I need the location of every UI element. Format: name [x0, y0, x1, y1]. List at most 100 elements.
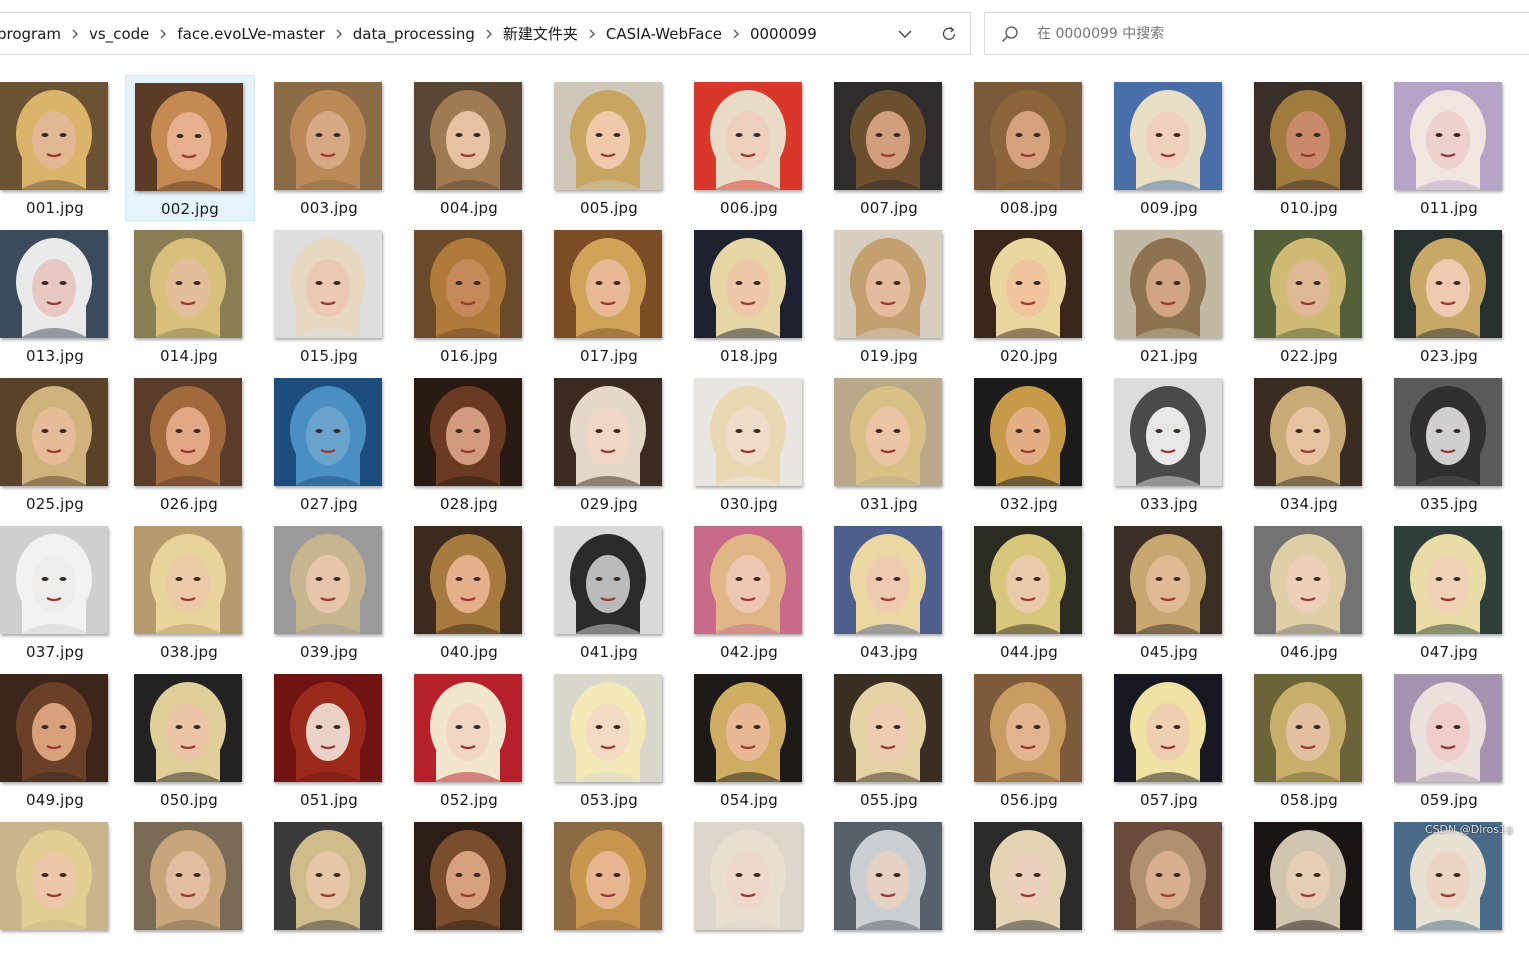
file-item[interactable]: 051.jpg [265, 667, 395, 813]
file-item[interactable]: 028.jpg [405, 371, 535, 517]
file-name: 050.jpg [159, 791, 218, 809]
file-name: 003.jpg [299, 199, 358, 217]
image-thumbnail [414, 822, 522, 930]
image-thumbnail [0, 378, 108, 486]
file-name: 034.jpg [1279, 495, 1338, 513]
file-name: 005.jpg [579, 199, 638, 217]
file-item[interactable]: 029.jpg [545, 371, 675, 517]
image-thumbnail [134, 230, 242, 338]
file-item[interactable]: 049.jpg [0, 667, 121, 813]
file-item[interactable] [125, 815, 255, 961]
file-item[interactable]: 047.jpg [1385, 519, 1515, 665]
file-item[interactable]: 021.jpg [1105, 223, 1235, 369]
file-item[interactable]: 025.jpg [0, 371, 121, 517]
file-item[interactable]: 008.jpg [965, 75, 1095, 221]
image-thumbnail [694, 526, 802, 634]
file-item[interactable]: 006.jpg [685, 75, 815, 221]
file-name: 029.jpg [579, 495, 638, 513]
file-item[interactable]: 010.jpg [1245, 75, 1375, 221]
file-item[interactable]: 018.jpg [685, 223, 815, 369]
file-name: 053.jpg [579, 791, 638, 809]
file-item[interactable]: 016.jpg [405, 223, 535, 369]
file-item[interactable]: 050.jpg [125, 667, 255, 813]
file-name: 009.jpg [1139, 199, 1198, 217]
file-item[interactable] [685, 815, 815, 961]
file-name: 021.jpg [1139, 347, 1198, 365]
file-item[interactable]: 019.jpg [825, 223, 955, 369]
file-name: 035.jpg [1419, 495, 1478, 513]
file-item[interactable]: 003.jpg [265, 75, 395, 221]
file-name: 058.jpg [1279, 791, 1338, 809]
file-item[interactable]: 046.jpg [1245, 519, 1375, 665]
file-item[interactable]: 045.jpg [1105, 519, 1235, 665]
file-item[interactable]: 041.jpg [545, 519, 675, 665]
file-item[interactable]: 058.jpg [1245, 667, 1375, 813]
file-item[interactable]: 013.jpg [0, 223, 121, 369]
file-item[interactable]: 042.jpg [685, 519, 815, 665]
file-item[interactable]: 053.jpg [545, 667, 675, 813]
file-item[interactable]: 014.jpg [125, 223, 255, 369]
file-item[interactable]: 039.jpg [265, 519, 395, 665]
image-thumbnail [1114, 230, 1222, 338]
file-item[interactable]: 007.jpg [825, 75, 955, 221]
file-item[interactable]: 017.jpg [545, 223, 675, 369]
file-item[interactable] [265, 815, 395, 961]
file-item[interactable]: 035.jpg [1385, 371, 1515, 517]
image-thumbnail [274, 822, 382, 930]
file-item[interactable]: 009.jpg [1105, 75, 1235, 221]
file-item[interactable]: 059.jpg [1385, 667, 1515, 813]
file-item[interactable]: 002.jpg [125, 75, 255, 221]
file-name: 049.jpg [25, 791, 84, 809]
file-item[interactable]: 022.jpg [1245, 223, 1375, 369]
image-thumbnail [414, 526, 522, 634]
file-item[interactable] [965, 815, 1095, 961]
file-item[interactable]: 056.jpg [965, 667, 1095, 813]
image-thumbnail [834, 526, 942, 634]
file-name: 033.jpg [1139, 495, 1198, 513]
file-item[interactable]: 057.jpg [1105, 667, 1235, 813]
file-name: 045.jpg [1139, 643, 1198, 661]
image-thumbnail [414, 230, 522, 338]
image-thumbnail [1254, 822, 1362, 930]
file-item[interactable] [0, 815, 121, 961]
file-item[interactable]: 043.jpg [825, 519, 955, 665]
file-item[interactable]: 044.jpg [965, 519, 1095, 665]
file-item[interactable]: 015.jpg [265, 223, 395, 369]
file-item[interactable]: 026.jpg [125, 371, 255, 517]
file-item[interactable] [1385, 815, 1515, 961]
file-item[interactable]: 011.jpg [1385, 75, 1515, 221]
image-thumbnail [135, 83, 243, 191]
file-item[interactable]: 031.jpg [825, 371, 955, 517]
file-item[interactable]: 038.jpg [125, 519, 255, 665]
image-thumbnail [1114, 674, 1222, 782]
file-item[interactable]: 030.jpg [685, 371, 815, 517]
file-item[interactable]: 037.jpg [0, 519, 121, 665]
file-item[interactable] [1245, 815, 1375, 961]
file-item[interactable] [405, 815, 535, 961]
file-item[interactable]: 023.jpg [1385, 223, 1515, 369]
file-item[interactable]: 020.jpg [965, 223, 1095, 369]
image-thumbnail [1254, 230, 1362, 338]
file-item[interactable]: 052.jpg [405, 667, 535, 813]
file-item[interactable]: 005.jpg [545, 75, 675, 221]
file-item[interactable]: 004.jpg [405, 75, 535, 221]
file-name: 017.jpg [579, 347, 638, 365]
file-name: 030.jpg [719, 495, 778, 513]
file-item[interactable] [545, 815, 675, 961]
image-thumbnail [0, 674, 108, 782]
file-item[interactable]: 033.jpg [1105, 371, 1235, 517]
file-item[interactable]: 027.jpg [265, 371, 395, 517]
file-item[interactable]: 040.jpg [405, 519, 535, 665]
file-item[interactable] [825, 815, 955, 961]
file-item[interactable]: 032.jpg [965, 371, 1095, 517]
image-thumbnail [974, 526, 1082, 634]
file-name: 042.jpg [719, 643, 778, 661]
image-thumbnail [414, 82, 522, 190]
file-item[interactable]: 055.jpg [825, 667, 955, 813]
file-item[interactable] [1105, 815, 1235, 961]
image-thumbnail [1254, 82, 1362, 190]
file-item[interactable]: 034.jpg [1245, 371, 1375, 517]
image-thumbnail [974, 378, 1082, 486]
file-item[interactable]: 054.jpg [685, 667, 815, 813]
file-item[interactable]: 001.jpg [0, 75, 121, 221]
